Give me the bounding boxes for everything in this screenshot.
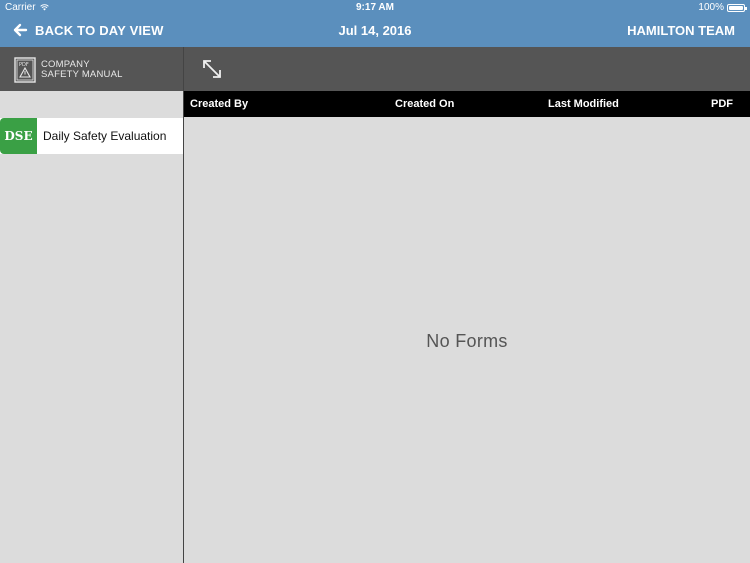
pdf-document-icon: PDF bbox=[14, 57, 36, 83]
status-bar: Carrier 9:17 AM 100% bbox=[0, 0, 750, 15]
team-name[interactable]: HAMILTON TEAM bbox=[627, 23, 735, 38]
empty-state-message: No Forms bbox=[426, 331, 508, 351]
navigation-bar: BACK TO DAY VIEW Jul 14, 2016 HAMILTON T… bbox=[0, 15, 750, 47]
manual-label: COMPANY SAFETY MANUAL bbox=[41, 60, 123, 80]
sidebar: DSE Daily Safety Evaluation bbox=[0, 91, 183, 563]
column-header-created-by[interactable]: Created By bbox=[190, 98, 248, 110]
forms-table-header: Created By Created On Last Modified PDF bbox=[184, 91, 750, 117]
forms-list: No Forms bbox=[184, 117, 750, 563]
form-item-label: Daily Safety Evaluation bbox=[43, 129, 167, 143]
form-item-daily-safety-evaluation[interactable]: DSE Daily Safety Evaluation bbox=[0, 118, 183, 154]
pdf-icon-text: PDF bbox=[19, 62, 29, 68]
battery-indicator: 100% bbox=[698, 2, 747, 13]
form-badge: DSE bbox=[0, 118, 37, 154]
column-header-pdf[interactable]: PDF bbox=[711, 98, 733, 110]
column-header-last-modified[interactable]: Last Modified bbox=[548, 98, 619, 110]
company-safety-manual-button[interactable]: PDF COMPANY SAFETY MANUAL bbox=[14, 57, 123, 83]
sidebar-header: PDF COMPANY SAFETY MANUAL bbox=[0, 47, 183, 91]
expand-icon[interactable] bbox=[200, 57, 224, 81]
battery-icon bbox=[727, 3, 747, 12]
battery-percent: 100% bbox=[698, 2, 724, 13]
clock: 9:17 AM bbox=[356, 2, 394, 13]
manual-label-line2: SAFETY MANUAL bbox=[41, 69, 123, 80]
column-header-created-on[interactable]: Created On bbox=[395, 98, 454, 110]
toolbar bbox=[184, 47, 750, 91]
